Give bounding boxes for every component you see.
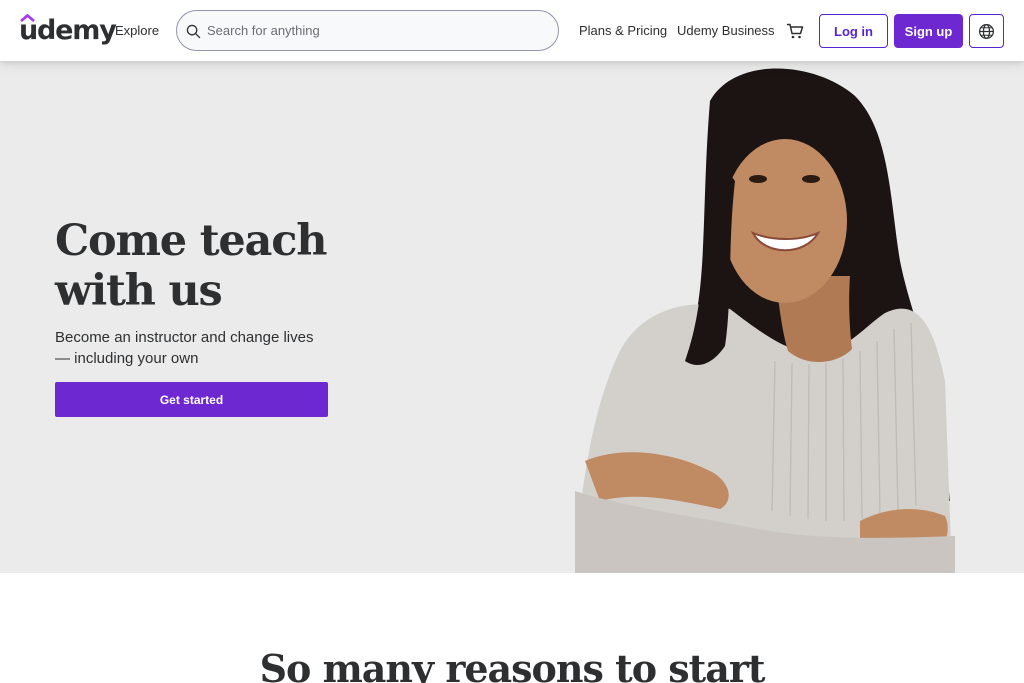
reasons-section-title: So many reasons to start [259, 646, 766, 683]
explore-menu[interactable]: Explore [115, 23, 159, 39]
instructor-photo [575, 68, 955, 573]
cart-icon[interactable] [786, 22, 804, 40]
search-icon[interactable] [186, 24, 201, 39]
login-button[interactable]: Log in [819, 14, 888, 48]
hero-subtitle: Become an instructor and change lives — … [55, 329, 314, 367]
language-button[interactable] [969, 14, 1004, 48]
udemy-logo[interactable]: udemy [19, 14, 117, 48]
search-input[interactable] [207, 11, 547, 50]
top-navigation-bar: udemy Explore Plans & Pricing Udemy Busi… [0, 0, 1024, 61]
udemy-business-link[interactable]: Udemy Business [677, 23, 775, 39]
signup-button[interactable]: Sign up [894, 14, 963, 48]
globe-icon [978, 23, 995, 39]
get-started-button[interactable]: Get started [55, 382, 328, 417]
search-bar[interactable] [176, 10, 559, 51]
hero-section: Come teach with us Become an instructor … [0, 61, 1024, 573]
logo-text: udemy [19, 15, 117, 46]
plans-pricing-link[interactable]: Plans & Pricing [579, 23, 667, 39]
hero-title: Come teach with us [55, 216, 327, 316]
